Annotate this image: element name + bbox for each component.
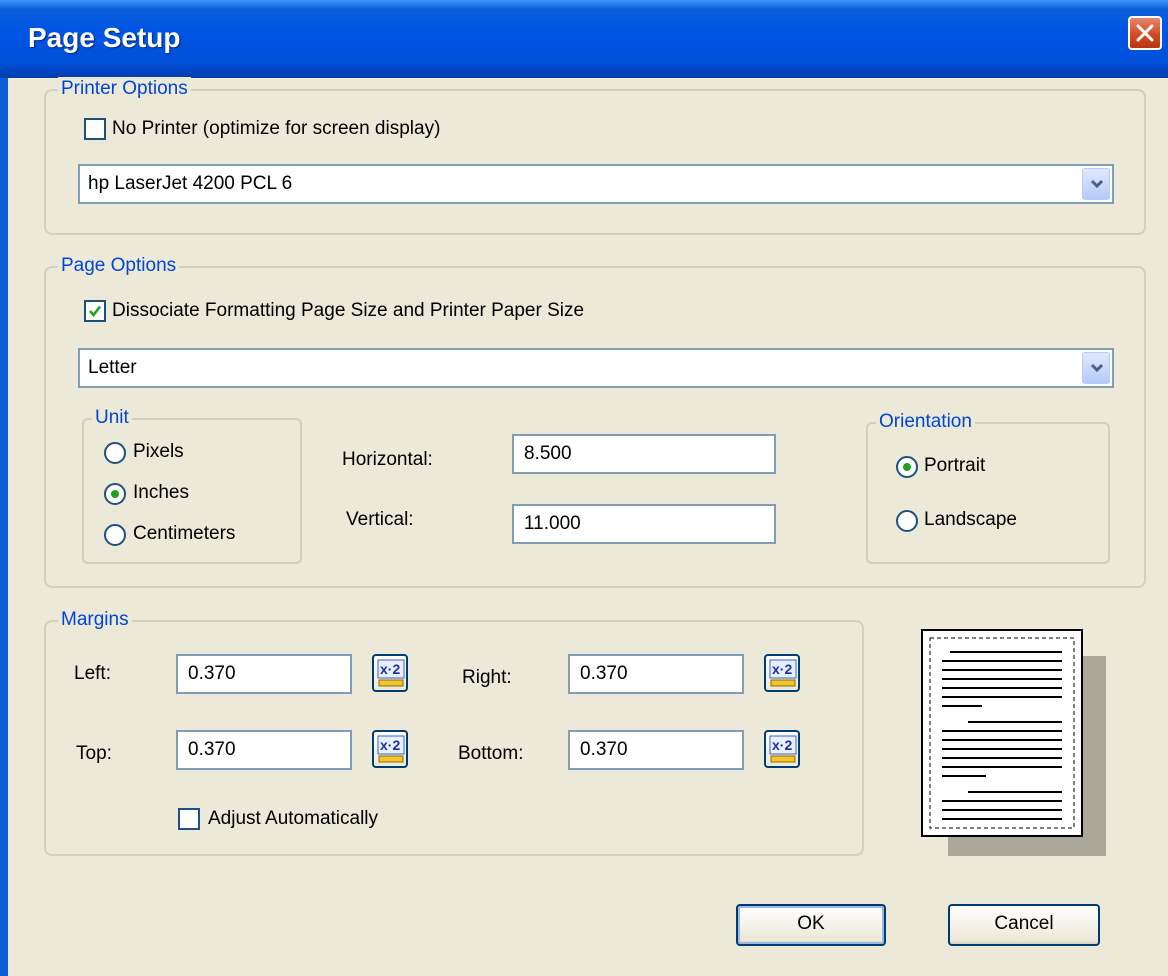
radio-selected-dot: [903, 463, 911, 471]
radio-inches[interactable]: [104, 483, 126, 505]
radio-centimeters[interactable]: [104, 524, 126, 546]
right-margin-label: Right:: [462, 667, 512, 688]
radio-pixels-label[interactable]: Pixels: [133, 440, 184, 464]
orientation-group: Orientation: [866, 410, 1110, 564]
right-margin-input[interactable]: 0.370: [568, 654, 744, 694]
title-bar[interactable]: Page Setup: [0, 0, 1168, 78]
printer-options-group: Printer Options: [44, 77, 1146, 235]
adjust-automatically-checkbox[interactable]: [178, 808, 200, 830]
printer-dropdown-button[interactable]: [1082, 168, 1110, 200]
dialog-title: Page Setup: [28, 22, 181, 53]
top-margin-calc-button[interactable]: x·2: [372, 730, 408, 768]
top-margin-input[interactable]: 0.370: [176, 730, 352, 770]
radio-portrait[interactable]: [896, 456, 918, 478]
vertical-label: Vertical:: [346, 509, 414, 530]
dissociate-label[interactable]: Dissociate Formatting Page Size and Prin…: [112, 299, 584, 323]
chevron-down-icon: [1090, 363, 1104, 373]
bottom-margin-label: Bottom:: [458, 743, 524, 764]
printer-options-label: Printer Options: [58, 77, 191, 101]
unit-label: Unit: [92, 406, 132, 430]
radio-inches-label[interactable]: Inches: [133, 481, 189, 505]
cancel-button[interactable]: Cancel: [948, 904, 1100, 946]
dissociate-checkbox[interactable]: [84, 300, 106, 322]
svg-text:x·2: x·2: [380, 737, 400, 753]
horizontal-label: Horizontal:: [342, 449, 433, 470]
svg-text:x·2: x·2: [772, 737, 792, 753]
radio-portrait-label[interactable]: Portrait: [924, 454, 985, 478]
bottom-margin-input[interactable]: 0.370: [568, 730, 744, 770]
close-button[interactable]: [1128, 16, 1162, 50]
page-preview: [920, 628, 1110, 862]
radio-centimeters-label[interactable]: Centimeters: [133, 522, 235, 546]
radio-selected-dot: [111, 490, 119, 498]
page-setup-dialog: Page Setup Printer Options No Printer (o…: [0, 0, 1168, 976]
no-printer-label[interactable]: No Printer (optimize for screen display): [112, 117, 440, 141]
calculator-icon: x·2: [377, 659, 405, 687]
svg-text:x·2: x·2: [772, 661, 792, 677]
no-printer-checkbox[interactable]: [84, 118, 106, 140]
bottom-margin-calc-button[interactable]: x·2: [764, 730, 800, 768]
paper-size-value: Letter: [88, 357, 137, 378]
printer-select-value: hp LaserJet 4200 PCL 6: [88, 173, 293, 194]
printer-select[interactable]: hp LaserJet 4200 PCL 6: [78, 164, 1114, 204]
left-margin-input[interactable]: 0.370: [176, 654, 352, 694]
calculator-icon: x·2: [377, 735, 405, 763]
page-options-label: Page Options: [58, 254, 180, 278]
right-margin-calc-button[interactable]: x·2: [764, 654, 800, 692]
radio-landscape-label[interactable]: Landscape: [924, 508, 1017, 532]
paper-size-select[interactable]: Letter: [78, 348, 1114, 388]
orientation-label: Orientation: [876, 410, 975, 434]
calculator-icon: x·2: [769, 659, 797, 687]
adjust-automatically-label[interactable]: Adjust Automatically: [208, 807, 378, 831]
radio-landscape[interactable]: [896, 510, 918, 532]
vertical-input[interactable]: 11.000: [512, 504, 776, 544]
horizontal-input[interactable]: 8.500: [512, 434, 776, 474]
left-margin-calc-button[interactable]: x·2: [372, 654, 408, 692]
chevron-down-icon: [1090, 179, 1104, 189]
checkmark-icon: [89, 305, 102, 318]
page-preview-icon: [921, 629, 1106, 856]
left-margin-label: Left:: [74, 663, 111, 684]
close-icon: [1136, 24, 1154, 42]
window-frame-left: [0, 78, 8, 976]
svg-text:x·2: x·2: [380, 661, 400, 677]
paper-size-dropdown-button[interactable]: [1082, 352, 1110, 384]
margins-label: Margins: [58, 608, 132, 632]
calculator-icon: x·2: [769, 735, 797, 763]
ok-button[interactable]: OK: [736, 904, 886, 946]
radio-pixels[interactable]: [104, 442, 126, 464]
top-margin-label: Top:: [76, 743, 112, 764]
